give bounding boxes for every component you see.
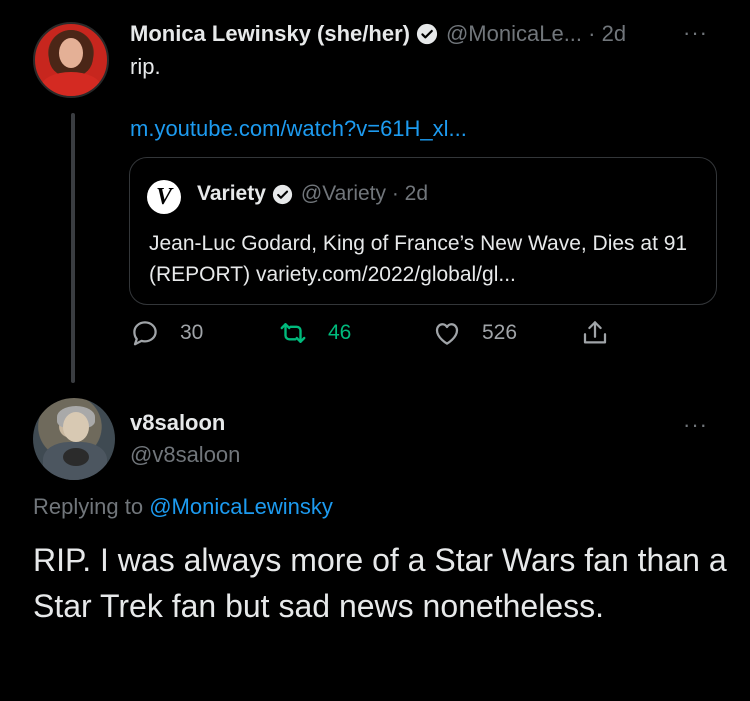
- v8saloon-avatar[interactable]: [33, 398, 115, 480]
- quote-header: Variety @Variety · 2d: [197, 182, 428, 206]
- avatar-face: [59, 38, 83, 68]
- quote-author-name[interactable]: Variety: [197, 182, 266, 206]
- like-count: 526: [482, 321, 518, 344]
- variety-logo-letter: V: [155, 183, 172, 210]
- replying-handle-link[interactable]: @MonicaLewinsky: [149, 494, 333, 519]
- replying-to: Replying to @MonicaLewinsky: [33, 494, 333, 520]
- like-button[interactable]: 526: [432, 318, 517, 348]
- retweet-icon: [280, 323, 306, 343]
- reply-button[interactable]: 30: [130, 318, 203, 348]
- tweet2-more-icon[interactable]: ···: [683, 412, 708, 438]
- like-icon: [435, 323, 459, 345]
- monica-avatar[interactable]: [33, 22, 109, 98]
- tweet1-action-bar: 30 46 526: [130, 318, 620, 358]
- tweet1-author-name[interactable]: Monica Lewinsky (she/her): [130, 21, 410, 47]
- verified-badge-icon: [416, 23, 438, 45]
- tweet1-handle-time[interactable]: @MonicaLe... · 2d: [446, 21, 626, 47]
- tweet1-text: rip.: [130, 54, 161, 79]
- quote-handle-time[interactable]: @Variety · 2d: [301, 182, 428, 206]
- reply-icon: [133, 321, 157, 346]
- avatar-cat: [63, 448, 89, 466]
- quote-text: Jean-Luc Godard, King of France’s New Wa…: [149, 232, 688, 286]
- tweet1-header: Monica Lewinsky (she/her) @MonicaLe... ·…: [130, 18, 626, 50]
- tweet2-text: RIP. I was always more of a Star Wars fa…: [33, 542, 727, 624]
- retweet-count: 46: [328, 321, 352, 344]
- tweet1-link[interactable]: m.youtube.com/watch?v=61H_xl...: [130, 116, 467, 142]
- variety-avatar[interactable]: V: [147, 180, 181, 214]
- tweet2-handle[interactable]: @v8saloon: [130, 442, 240, 468]
- thread-connector-line: [71, 113, 75, 383]
- avatar-head: [63, 412, 89, 442]
- retweet-button[interactable]: 46: [278, 318, 351, 348]
- reply-count: 30: [180, 321, 204, 344]
- share-icon: [583, 321, 607, 344]
- tweet1-more-icon[interactable]: ···: [683, 20, 708, 46]
- share-button[interactable]: [580, 318, 610, 348]
- tweet2-author-name[interactable]: v8saloon: [130, 410, 225, 436]
- verified-badge-icon: [272, 184, 293, 204]
- avatar-shirt: [41, 72, 101, 96]
- replying-prefix: Replying to: [33, 494, 150, 519]
